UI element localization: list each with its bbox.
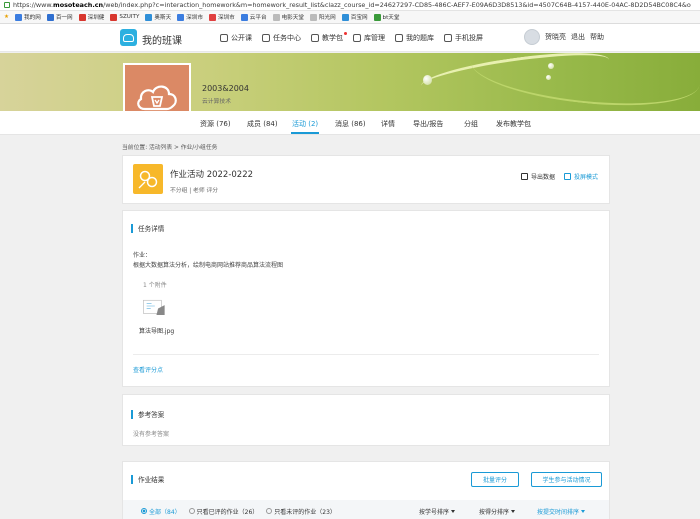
banner-water-drop [548, 63, 554, 69]
breadcrumb[interactable]: 当前位置: 活动列表 > 作业/小组任务 [122, 142, 217, 151]
filter-all-radio[interactable]: 全部（84） [141, 507, 181, 516]
no-reference-answer: 没有参考答案 [133, 431, 170, 438]
tab-members[interactable]: 成员 (84) [247, 119, 278, 129]
bookmark-item[interactable]: 深圳市 [208, 13, 235, 21]
attachment-count: 1 个附件 [143, 282, 167, 289]
tab-resources[interactable]: 资源 (76) [200, 119, 231, 129]
top-nav: 公开课 任务中心 教学包 库管理 我的题库 手机投屏 [220, 32, 483, 43]
nav-library[interactable]: 库管理 [353, 33, 385, 43]
results-heading: 作业结果 [131, 474, 164, 484]
image-file-icon[interactable] [141, 297, 167, 315]
bookmark-item[interactable]: 阳光网 [309, 13, 336, 21]
url-text: https://www.mosoteach.cn/web/index.php?c… [13, 1, 691, 9]
nav-open-course[interactable]: 公开课 [220, 33, 252, 43]
nav-screen-mirror[interactable]: 手机投屏 [444, 33, 483, 43]
course-banner [0, 53, 700, 111]
banner-water-drop [423, 75, 432, 85]
nav-teaching-pack[interactable]: 教学包 [311, 32, 347, 43]
address-bar[interactable]: https://www.mosoteach.cn/web/index.php?c… [0, 0, 700, 11]
nav-task-center[interactable]: 任务中心 [262, 33, 301, 43]
bookmarks-bar: ★ 我的网 百一网 深圳健 SZUITY 奥斯天 深圳市 深圳市 云平台 电影天… [0, 11, 700, 24]
filter-unscored-radio[interactable]: 只看未评的作业（23） [266, 507, 336, 516]
bookmark-item[interactable]: 我的网 [15, 13, 41, 21]
filter-scored-radio[interactable]: 只看已评的作业（26） [188, 507, 258, 516]
view-scoring-points-link[interactable]: 查看评分点 [133, 365, 163, 374]
help-link[interactable]: 帮助 [590, 32, 604, 42]
course-tabs: 资源 (76) 成员 (84) 活动 (2) 消息 (86) 详情 导出/报告 … [0, 111, 700, 135]
task-label: 作业： [133, 252, 152, 259]
caret-down-icon [511, 510, 516, 513]
activity-card: 作业活动 2022-0222 不分组 | 老师 评分 导出数据 投屏模式 [122, 155, 610, 204]
export-icon [521, 173, 528, 180]
results-card: 作业结果 批量评分 学生参与活动情况 全部（84） 只看已评的作业（26） 只看… [122, 461, 610, 519]
course-title: 2003&2004 [202, 84, 249, 93]
task-details-card: 任务详情 作业： 根据大数据算法分析，绘制电商网站推荐商品算法流程图 1 个附件… [122, 210, 610, 387]
nav-question-bank[interactable]: 我的题库 [395, 33, 434, 43]
banner-leaf [467, 53, 700, 111]
results-filter-row: 全部（84） 只看已评的作业（26） 只看未评的作业（23） 按学号排序 按得分… [123, 500, 609, 519]
logout-link[interactable]: 退出 [571, 32, 585, 42]
bookmark-item[interactable]: 深圳市 [177, 13, 203, 21]
tab-export-report[interactable]: 导出/报告 [413, 119, 443, 129]
sort-by-score[interactable]: 按得分排序 [479, 507, 516, 516]
projector-icon [564, 173, 571, 180]
logo-text[interactable]: 我的班课 [142, 32, 182, 47]
tab-publish-pack[interactable]: 发布教学包 [496, 119, 531, 129]
screen-mode-link[interactable]: 投屏模式 [564, 172, 598, 181]
bookmark-star-icon[interactable]: ★ [4, 14, 9, 20]
bookmark-item[interactable]: 电影天堂 [272, 13, 304, 21]
bookmark-item[interactable]: 奥斯天 [145, 13, 171, 21]
student-participation-button[interactable]: 学生参与活动情况 [531, 472, 602, 487]
phone-icon [444, 34, 452, 42]
caret-down-icon [581, 510, 586, 513]
bookmark-item[interactable]: 深圳健 [78, 13, 104, 21]
sort-by-submit-time[interactable]: 按提交时间排序 [537, 507, 586, 516]
avatar[interactable] [524, 29, 540, 45]
user-area: 贺晓亮 退出 帮助 [524, 29, 604, 45]
app-header: 我的班课 公开课 任务中心 教学包 库管理 我的题库 手机投屏 贺晓亮 退出 帮… [0, 24, 700, 52]
tab-activities[interactable]: 活动 (2) [292, 119, 318, 129]
tab-details[interactable]: 详情 [381, 119, 395, 129]
attachment-file-name[interactable]: 算法导图.jpg [139, 326, 174, 335]
export-data-link[interactable]: 导出数据 [521, 172, 555, 181]
banner-water-drop [546, 75, 551, 80]
batch-score-button[interactable]: 批量评分 [471, 472, 519, 487]
activity-title: 作业活动 2022-0222 [170, 170, 254, 180]
caret-down-icon [451, 510, 456, 513]
bookmark-item[interactable]: 云平台 [240, 13, 267, 21]
bookmark-item[interactable]: 百一网 [46, 13, 73, 21]
task-details-heading: 任务详情 [131, 223, 164, 233]
cloud-icon [137, 85, 177, 111]
active-tab-indicator [291, 132, 319, 134]
reference-answer-card: 参考答案 没有参考答案 [122, 394, 610, 446]
sort-by-student-id[interactable]: 按学号排序 [419, 507, 456, 516]
course-subtitle: 云计算技术 [202, 99, 231, 105]
tab-messages[interactable]: 消息 (86) [335, 119, 366, 129]
library-icon [353, 34, 361, 42]
notification-dot [344, 32, 347, 35]
user-name[interactable]: 贺晓亮 [545, 32, 566, 42]
logo-icon[interactable] [120, 29, 137, 46]
question-bank-icon [395, 34, 403, 42]
task-icon [262, 34, 270, 42]
monitor-icon [220, 34, 228, 42]
bookmark-item[interactable]: SZUITY [110, 13, 139, 21]
homework-activity-icon [133, 164, 163, 194]
tab-groups[interactable]: 分组 [464, 119, 478, 129]
task-content: 根据大数据算法分析，绘制电商网站推荐商品算法流程图 [133, 262, 284, 269]
reference-answer-heading: 参考答案 [131, 409, 164, 419]
bookmark-item[interactable]: bt天堂 [373, 13, 399, 21]
bag-icon [311, 34, 319, 42]
activity-meta: 不分组 | 老师 评分 [170, 188, 219, 194]
bookmark-item[interactable]: 百宝网 [341, 13, 368, 21]
lock-icon [4, 2, 10, 8]
